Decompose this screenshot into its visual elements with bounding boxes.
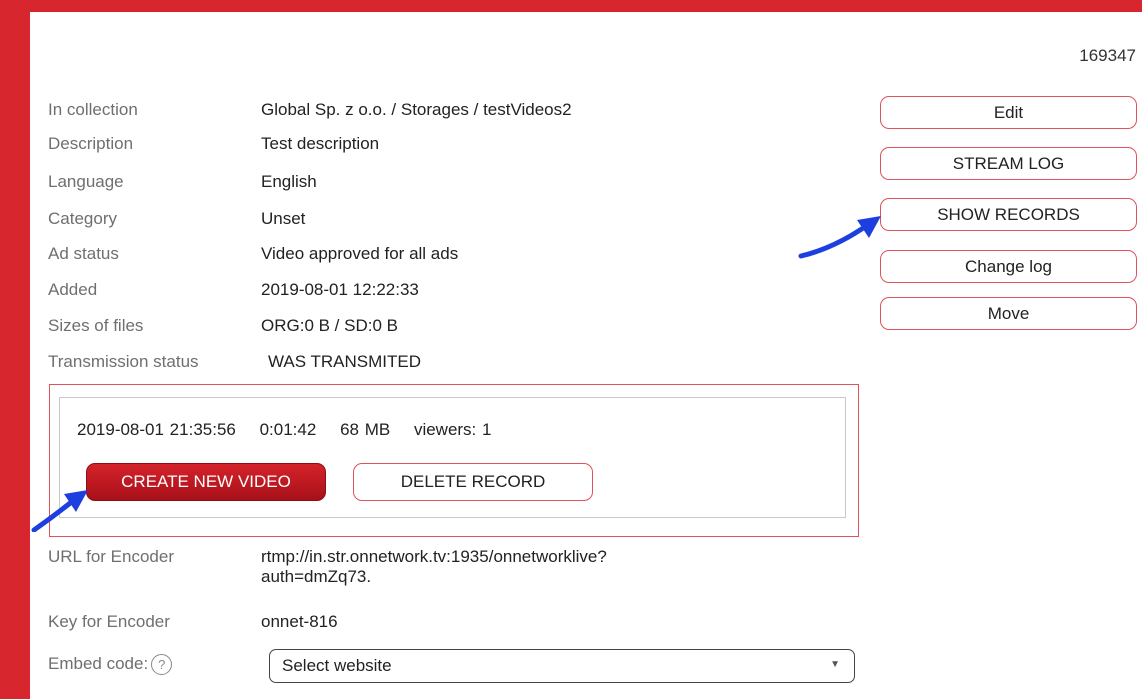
edit-button[interactable]: Edit	[880, 96, 1137, 129]
embed-code-label-wrap: Embed code:?	[48, 654, 261, 676]
encoder-url-line: rtmp://in.str.onnetwork.tv:1935/onnetwor…	[261, 547, 607, 566]
detail-value: ORG:0 B / SD:0 B	[261, 316, 398, 335]
record-id: 169347	[1079, 46, 1136, 65]
detail-label: Transmission status	[48, 352, 199, 371]
detail-value: WAS TRANSMITED	[268, 352, 422, 371]
detail-value: Video approved for all ads	[261, 244, 459, 263]
record-size: 68 MB	[340, 420, 391, 439]
detail-value: 2019-08-01 12:22:33	[261, 280, 419, 299]
record-details-panel: 169347 In collection Global Sp. z o.o. /…	[30, 12, 1142, 699]
select-value: Select website	[282, 656, 392, 675]
show-records-button[interactable]: SHOW RECORDS	[880, 198, 1137, 231]
annotation-arrow-icon	[31, 490, 88, 532]
encoder-url-line: auth=dmZq73.	[261, 567, 372, 586]
record-item: 2019-08-01 21:35:56 0:01:42 68 MB viewer…	[59, 397, 846, 518]
detail-value: Test description	[261, 134, 380, 153]
detail-row-file-sizes: Sizes of files ORG:0 B / SD:0 B	[48, 316, 398, 336]
chevron-down-icon: ▼	[830, 659, 840, 670]
detail-label: In collection	[48, 100, 138, 119]
detail-row-ad-status: Ad status Video approved for all ads	[48, 244, 458, 264]
detail-label: Ad status	[48, 244, 119, 263]
annotation-arrow-icon	[798, 216, 881, 259]
stream-log-button[interactable]: STREAM LOG	[880, 147, 1137, 180]
detail-row-language: Language English	[48, 172, 317, 192]
record-info: 2019-08-01 21:35:56 0:01:42 68 MB viewer…	[77, 420, 509, 440]
detail-row-added: Added 2019-08-01 12:22:33	[48, 280, 419, 300]
encoder-url-value: rtmp://in.str.onnetwork.tv:1935/onnetwor…	[261, 547, 607, 587]
change-log-button[interactable]: Change log	[880, 250, 1137, 283]
create-new-video-button[interactable]: CREATE NEW VIDEO	[86, 463, 326, 501]
detail-label: Category	[48, 209, 117, 228]
encoder-key-row: Key for Encoder onnet-816	[48, 612, 338, 632]
detail-value: Unset	[261, 209, 306, 228]
detail-row-description: Description Test description	[48, 134, 379, 154]
select-website-dropdown[interactable]: Select website ▼	[269, 649, 855, 683]
detail-label: Sizes of files	[48, 316, 144, 335]
move-button[interactable]: Move	[880, 297, 1137, 330]
embed-code-row: Embed code:?	[48, 654, 261, 676]
detail-label: Description	[48, 134, 134, 153]
detail-label: URL for Encoder	[48, 547, 174, 566]
detail-row-collection: In collection Global Sp. z o.o. / Storag…	[48, 100, 572, 120]
detail-value: Global Sp. z o.o. / Storages / testVideo…	[261, 100, 572, 119]
records-section: 2019-08-01 21:35:56 0:01:42 68 MB viewer…	[49, 384, 859, 537]
detail-label: Language	[48, 172, 124, 191]
record-duration: 0:01:42	[259, 420, 317, 439]
encoder-key-value: onnet-816	[261, 612, 338, 631]
record-viewers: viewers: 1	[413, 420, 492, 439]
delete-record-button[interactable]: DELETE RECORD	[353, 463, 593, 501]
help-icon[interactable]: ?	[151, 654, 173, 676]
record-datetime: 2019-08-01 21:35:56	[77, 420, 236, 439]
encoder-url-row: URL for Encoder rtmp://in.str.onnetwork.…	[48, 547, 607, 587]
detail-row-transmission-status: Transmission status WAS TRANSMITED	[48, 352, 421, 372]
detail-value: English	[261, 172, 317, 191]
detail-label: Added	[48, 280, 98, 299]
embed-code-label: Embed code:	[48, 654, 149, 673]
detail-row-category: Category Unset	[48, 209, 305, 229]
detail-label: Key for Encoder	[48, 612, 170, 631]
